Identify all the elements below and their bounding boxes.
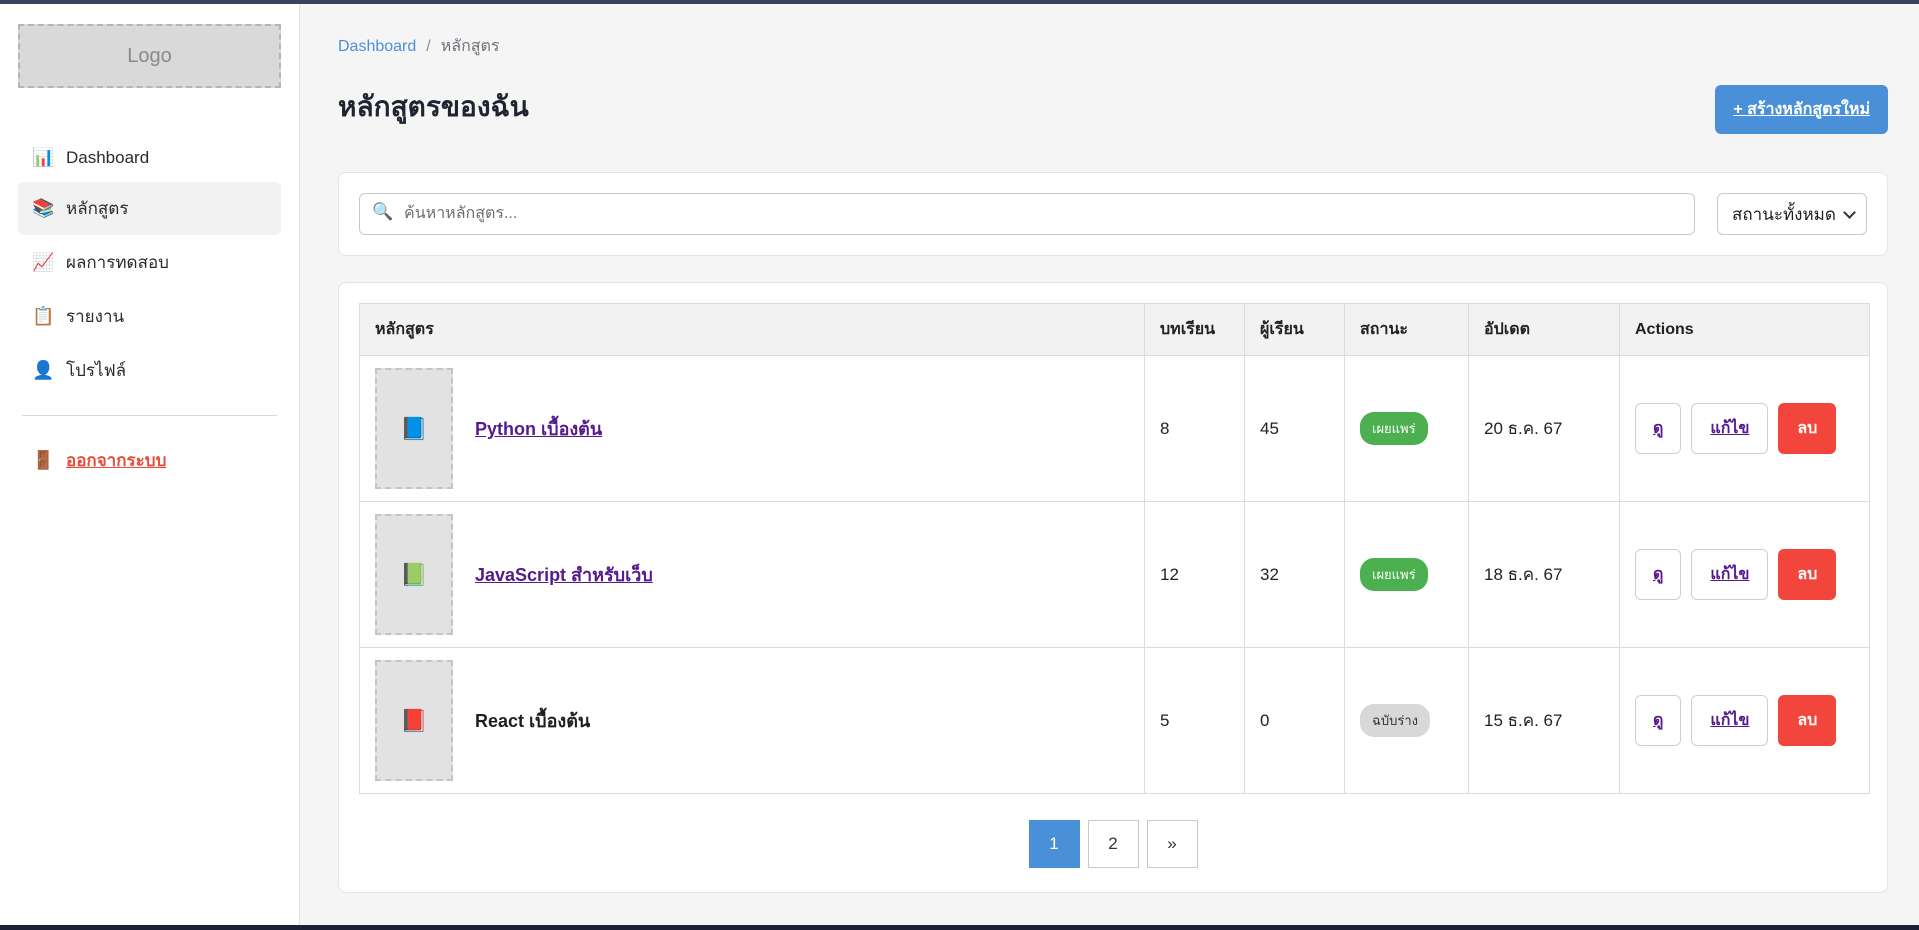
status-filter-value: สถานะทั้งหมด (1732, 201, 1836, 228)
column-header-course: หลักสูตร (360, 304, 1145, 356)
door-icon: 🚪 (32, 450, 54, 471)
view-button[interactable]: ดู (1635, 695, 1681, 746)
updated-date: 18 ธ.ค. 67 (1469, 502, 1620, 648)
course-title-link[interactable]: Python เบื้องต้น (475, 414, 602, 443)
breadcrumb: Dashboard / หลักสูตร (338, 34, 1888, 59)
sidebar-divider (22, 415, 277, 416)
green-book-icon: 📗 (400, 562, 427, 588)
sidebar-item-label: โปรไฟล์ (66, 357, 126, 384)
edit-button[interactable]: แก้ไข (1691, 403, 1768, 454)
view-button[interactable]: ดู (1635, 403, 1681, 454)
create-course-button[interactable]: + สร้างหลักสูตรใหม่ (1715, 85, 1888, 134)
table-row: 📗 JavaScript สำหรับเว็บ 12 32 เผยแพร่ 18… (360, 502, 1870, 648)
course-thumbnail-placeholder: 📘 (375, 368, 453, 489)
pagination-page-1[interactable]: 1 (1029, 820, 1080, 868)
status-badge: เผยแพร่ (1360, 558, 1428, 591)
top-accent-bar (0, 0, 1919, 4)
sidebar-item-test-results[interactable]: 📈 ผลการทดสอบ (18, 236, 281, 289)
pagination: 1 2 » (359, 820, 1867, 868)
search-wrap: 🔍 (359, 193, 1695, 235)
logo-text: Logo (127, 45, 172, 68)
status-filter-select[interactable]: สถานะทั้งหมด (1717, 193, 1867, 235)
breadcrumb-separator: / (426, 38, 430, 56)
bottom-accent-bar (0, 925, 1919, 930)
pagination-next-button[interactable]: » (1147, 820, 1198, 868)
column-header-actions: Actions (1620, 304, 1870, 356)
course-thumbnail-placeholder: 📕 (375, 660, 453, 781)
person-icon: 👤 (32, 360, 54, 381)
students-count: 45 (1245, 356, 1345, 502)
chart-increasing-icon: 📈 (32, 252, 54, 273)
sidebar: Logo 📊 Dashboard 📚 หลักสูตร 📈 ผลการทดสอบ… (0, 4, 300, 925)
clipboard-icon: 📋 (32, 306, 54, 327)
page-title: หลักสูตรของฉัน (338, 85, 529, 129)
edit-button[interactable]: แก้ไข (1691, 695, 1768, 746)
search-icon: 🔍 (372, 202, 393, 222)
sidebar-item-label: ผลการทดสอบ (66, 249, 169, 276)
sidebar-item-profile[interactable]: 👤 โปรไฟล์ (18, 344, 281, 397)
edit-button[interactable]: แก้ไข (1691, 549, 1768, 600)
main-content: Dashboard / หลักสูตร หลักสูตรของฉัน + สร… (301, 4, 1919, 925)
breadcrumb-dashboard-link[interactable]: Dashboard (338, 38, 416, 56)
students-count: 32 (1245, 502, 1345, 648)
blue-book-icon: 📘 (400, 416, 427, 442)
students-count: 0 (1245, 648, 1345, 794)
status-badge: ฉบับร่าง (1360, 704, 1430, 737)
sidebar-nav: 📊 Dashboard 📚 หลักสูตร 📈 ผลการทดสอบ 📋 รา… (18, 134, 281, 397)
pagination-page-2[interactable]: 2 (1088, 820, 1139, 868)
sidebar-item-label: รายงาน (66, 303, 124, 330)
course-title-link[interactable]: JavaScript สำหรับเว็บ (475, 560, 653, 589)
delete-button[interactable]: ลบ (1778, 695, 1836, 746)
course-title-text: React เบื้องต้น (475, 706, 590, 735)
delete-button[interactable]: ลบ (1778, 549, 1836, 600)
bar-chart-icon: 📊 (32, 147, 54, 168)
updated-date: 15 ธ.ค. 67 (1469, 648, 1620, 794)
logo-placeholder: Logo (18, 24, 281, 88)
column-header-updated: อัปเดต (1469, 304, 1620, 356)
status-badge: เผยแพร่ (1360, 412, 1428, 445)
red-book-icon: 📕 (400, 708, 427, 734)
column-header-students: ผู้เรียน (1245, 304, 1345, 356)
logout-link[interactable]: 🚪 ออกจากระบบ (18, 434, 281, 487)
courses-table: หลักสูตร บทเรียน ผู้เรียน สถานะ อัปเดต A… (359, 303, 1870, 794)
search-input[interactable] (359, 193, 1695, 235)
sidebar-item-dashboard[interactable]: 📊 Dashboard (18, 134, 281, 181)
sidebar-item-courses[interactable]: 📚 หลักสูตร (18, 182, 281, 235)
view-button[interactable]: ดู (1635, 549, 1681, 600)
course-thumbnail-placeholder: 📗 (375, 514, 453, 635)
lessons-count: 5 (1145, 648, 1245, 794)
lessons-count: 12 (1145, 502, 1245, 648)
table-row: 📕 React เบื้องต้น 5 0 ฉบับร่าง 15 ธ.ค. 6… (360, 648, 1870, 794)
chevron-down-icon (1843, 206, 1856, 219)
page-header: หลักสูตรของฉัน + สร้างหลักสูตรใหม่ (338, 85, 1888, 134)
delete-button[interactable]: ลบ (1778, 403, 1836, 454)
column-header-lessons: บทเรียน (1145, 304, 1245, 356)
lessons-count: 8 (1145, 356, 1245, 502)
sidebar-item-label: หลักสูตร (66, 195, 128, 222)
logout-label: ออกจากระบบ (66, 447, 166, 474)
books-icon: 📚 (32, 198, 54, 219)
column-header-status: สถานะ (1345, 304, 1469, 356)
sidebar-item-reports[interactable]: 📋 รายงาน (18, 290, 281, 343)
breadcrumb-current: หลักสูตร (441, 34, 500, 59)
updated-date: 20 ธ.ค. 67 (1469, 356, 1620, 502)
table-row: 📘 Python เบื้องต้น 8 45 เผยแพร่ 20 ธ.ค. … (360, 356, 1870, 502)
courses-table-card: หลักสูตร บทเรียน ผู้เรียน สถานะ อัปเดต A… (338, 282, 1888, 893)
table-header-row: หลักสูตร บทเรียน ผู้เรียน สถานะ อัปเดต A… (360, 304, 1870, 356)
filter-card: 🔍 สถานะทั้งหมด (338, 172, 1888, 256)
sidebar-item-label: Dashboard (66, 148, 149, 168)
